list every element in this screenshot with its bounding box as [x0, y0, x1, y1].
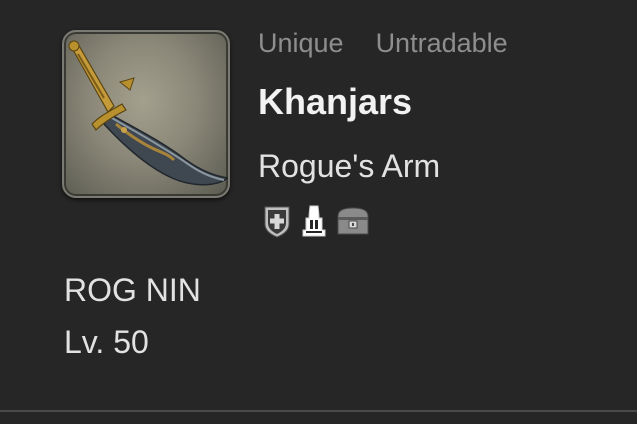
unique-tag: Unique — [258, 28, 344, 58]
armoire-icon — [337, 207, 369, 235]
status-icons — [262, 204, 370, 238]
item-name: Khanjars — [258, 81, 413, 122]
repair-icon — [264, 206, 290, 238]
untradable-tag: Untradable — [375, 28, 508, 58]
item-category: Rogue's Arm — [258, 148, 441, 184]
job-classes: ROG NIN — [64, 272, 201, 308]
item-tags: Unique Untradable — [258, 26, 508, 60]
khanjar-weapon-icon — [68, 40, 228, 186]
item-level-requirement: Lv. 50 — [64, 324, 149, 360]
item-icon — [62, 30, 230, 198]
glamour-dresser-icon — [302, 205, 326, 237]
divider — [0, 410, 637, 412]
